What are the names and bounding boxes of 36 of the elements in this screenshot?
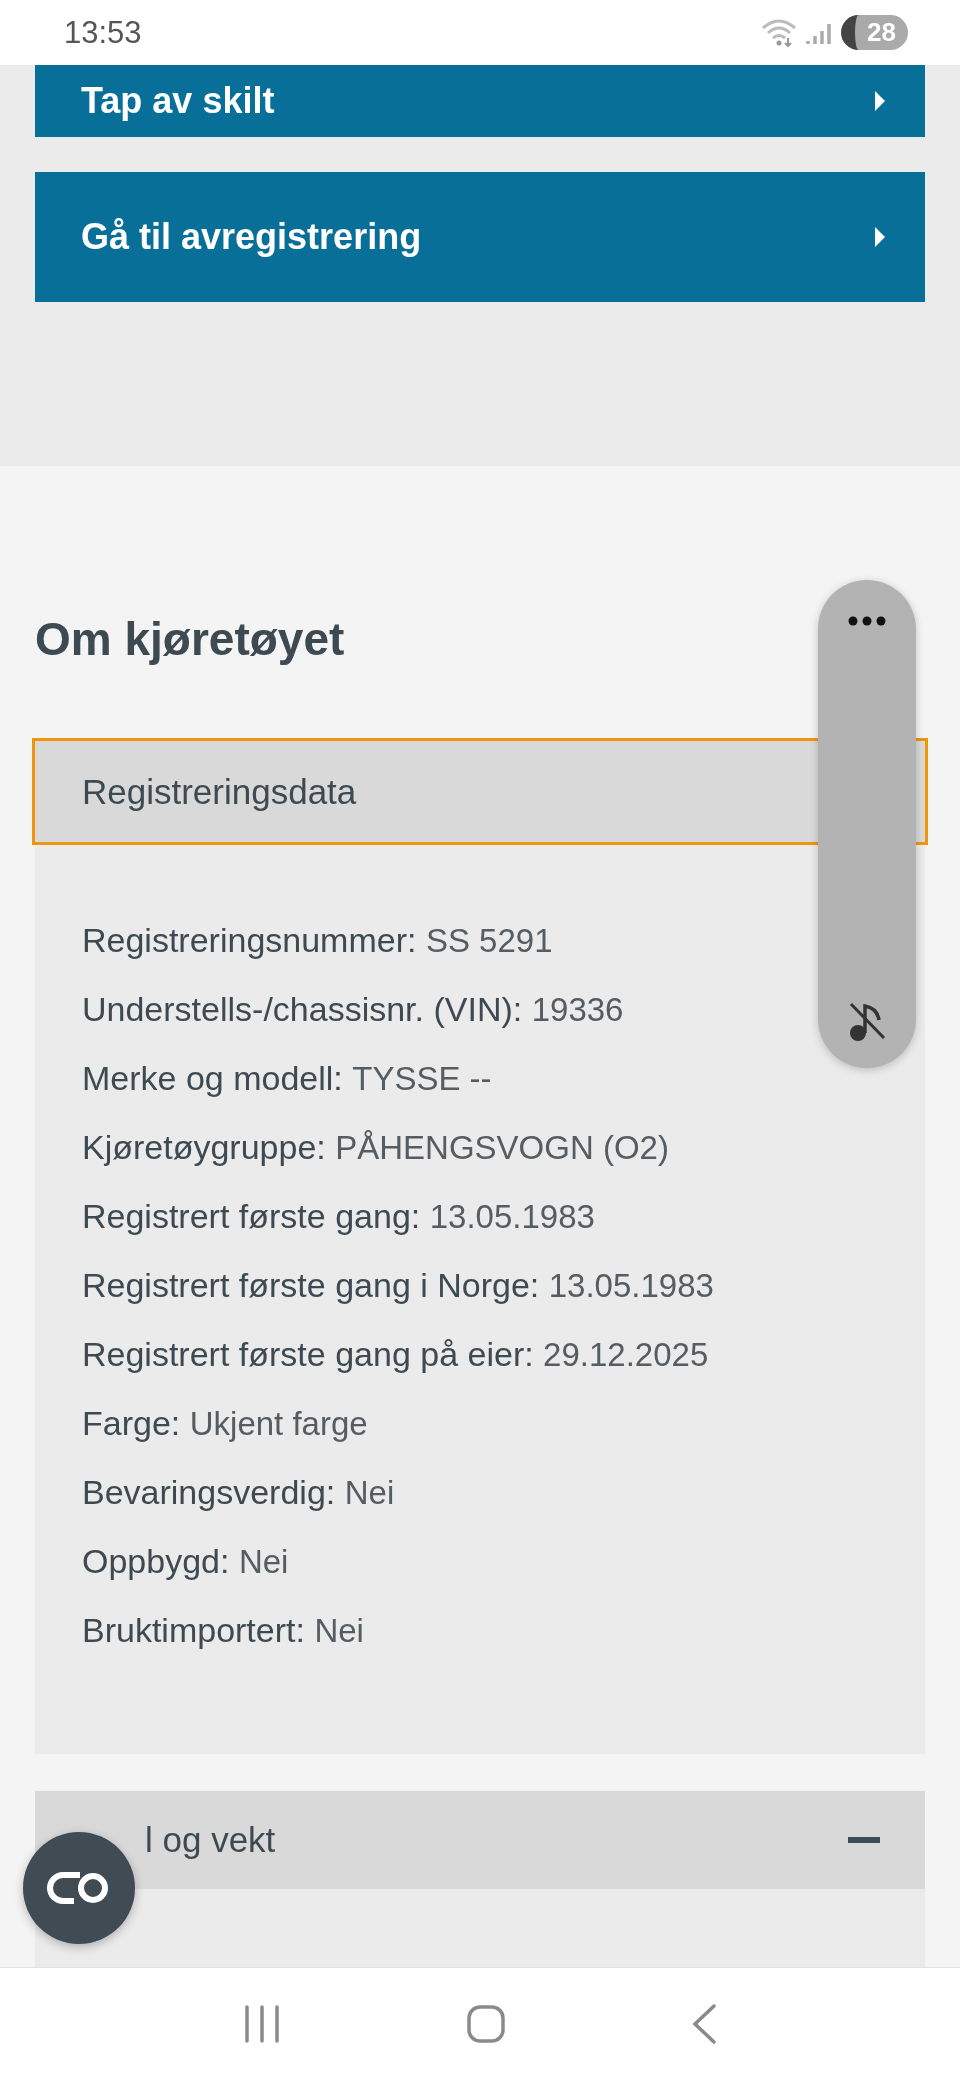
accordion-header[interactable]: l og vekt <box>35 1791 925 1889</box>
recent-apps-icon[interactable] <box>242 2004 281 2044</box>
mute-icon[interactable] <box>847 1000 887 1042</box>
field-label: Registrert første gang på eier: <box>82 1335 534 1373</box>
section-heading: Om kjøretøyet <box>35 612 345 666</box>
more-icon[interactable] <box>848 616 886 626</box>
field-value: SS 5291 <box>425 922 553 959</box>
field-label: Understells-/chassisnr. (VIN): <box>82 990 523 1028</box>
field-value: PÅHENGSVOGN (O2) <box>335 1129 669 1166</box>
field-value: Nei <box>314 1612 364 1649</box>
field-label: Bruktimportert: <box>82 1611 305 1649</box>
wifi-icon <box>761 17 798 48</box>
back-icon[interactable] <box>691 2003 718 2045</box>
field-label: Kjøretøygruppe: <box>82 1128 326 1166</box>
chevron-right-icon <box>873 225 887 249</box>
field-value: Ukjent farge <box>189 1405 368 1442</box>
clock: 13:53 <box>64 14 142 51</box>
chevron-right-icon <box>873 89 887 113</box>
field-label: Oppbygd: <box>82 1542 230 1580</box>
field-value: 19336 <box>531 991 624 1028</box>
home-icon[interactable] <box>466 2004 506 2044</box>
action-button[interactable]: Gå til avregistrering <box>35 172 925 302</box>
action-button[interactable]: Tap av skilt <box>35 65 925 137</box>
field-value: 13.05.1983 <box>429 1198 595 1235</box>
field-label: Registreringsnummer: <box>82 921 417 959</box>
field-value: 13.05.1983 <box>548 1267 714 1304</box>
field-label: Merke og modell: <box>82 1059 343 1097</box>
field-label: Farge: <box>82 1404 181 1442</box>
field-label: Registrert første gang: <box>82 1197 421 1235</box>
field-value: Nei <box>238 1543 289 1580</box>
battery-indicator: 28 <box>841 15 908 50</box>
field-value: Nei <box>344 1474 395 1511</box>
field-label: Bevaringsverdig: <box>82 1473 336 1511</box>
field-value: TYSSE -- <box>352 1060 492 1097</box>
field-value: 29.12.2025 <box>543 1336 709 1373</box>
field-label: Registrert første gang i Norge: <box>82 1266 540 1304</box>
